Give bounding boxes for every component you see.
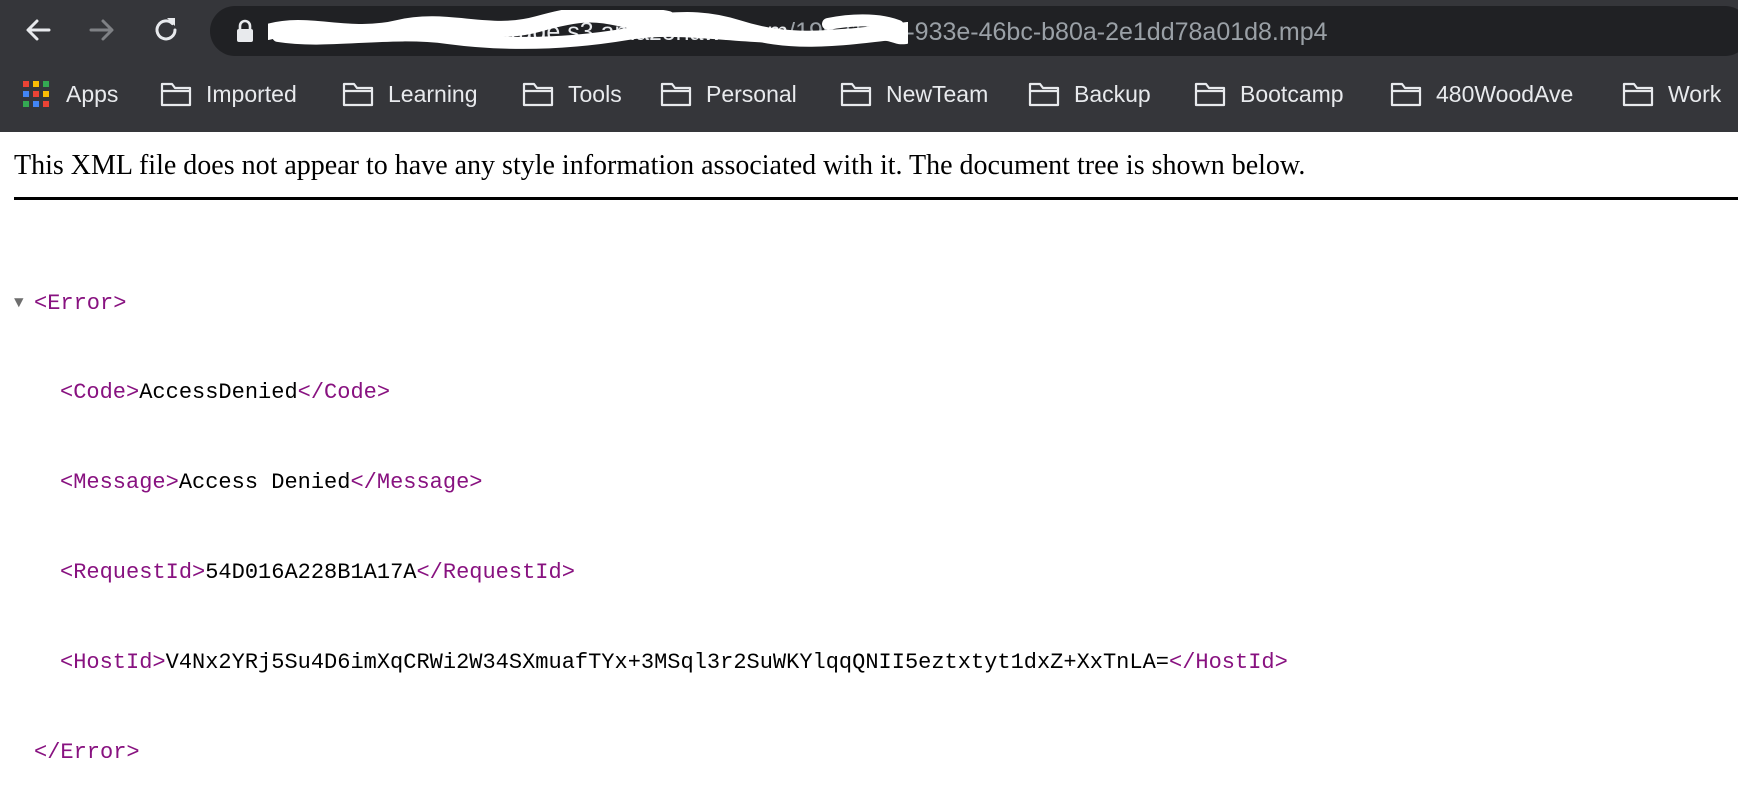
xml-tag: </Code> — [297, 380, 391, 405]
xml-tag-error-close: </Error> — [34, 740, 140, 765]
xml-value: 54D016A228B1A17A — [205, 560, 417, 585]
back-button[interactable] — [18, 10, 58, 50]
xml-requestid-line: <RequestId>54D016A228B1A17A</RequestId> — [14, 558, 1288, 588]
browser-toolbar: tenna-automation-storage.s3.amazonaws.co… — [0, 0, 1738, 60]
apps-grid-icon — [23, 81, 49, 107]
bookmark-label: Personal — [706, 80, 797, 107]
folder-icon — [522, 82, 554, 107]
bookmark-backup[interactable]: Backup — [1028, 78, 1151, 110]
bookmark-label: Work — [1668, 80, 1722, 107]
bookmark-label: Apps — [66, 80, 119, 107]
folder-icon — [160, 82, 192, 107]
xml-message-line: <Message>Access Denied</Message> — [14, 468, 1288, 498]
xml-tag: </Message> — [350, 470, 483, 495]
xml-tag: <RequestId> — [60, 560, 206, 585]
bookmark-apps[interactable]: Apps — [22, 78, 118, 110]
xml-code-line: <Code>AccessDenied</Code> — [14, 378, 1288, 408]
xml-style-notice: This XML file does not appear to have an… — [14, 150, 1306, 181]
folder-icon — [840, 82, 872, 107]
bookmark-personal[interactable]: Personal — [660, 78, 797, 110]
xml-value: AccessDenied — [139, 380, 298, 405]
bookmark-480woodave[interactable]: 480WoodAve — [1390, 78, 1573, 110]
redaction-scribble — [268, 10, 908, 49]
arrow-left-icon — [26, 19, 51, 41]
bookmark-work[interactable]: Work — [1622, 78, 1721, 110]
reload-icon — [155, 18, 177, 41]
xml-value: Access Denied — [178, 470, 351, 495]
browser-chrome: tenna-automation-storage.s3.amazonaws.co… — [0, 0, 1738, 132]
folder-icon — [342, 82, 374, 107]
bookmark-label: Backup — [1074, 80, 1151, 107]
bookmark-label: Bootcamp — [1240, 80, 1344, 107]
reload-button[interactable] — [146, 10, 186, 50]
bookmark-imported[interactable]: Imported — [160, 78, 297, 110]
forward-button[interactable] — [82, 10, 122, 50]
xml-tag: <Code> — [60, 380, 140, 405]
xml-tag: </HostId> — [1169, 650, 1288, 675]
xml-tag: </RequestId> — [416, 560, 575, 585]
collapse-triangle-icon[interactable]: ▼ — [14, 288, 34, 318]
bookmark-label: Imported — [206, 80, 297, 107]
xml-hostid-line: <HostId>V4Nx2YRj5Su4D6imXqCRWi2W34SXmuaf… — [14, 648, 1288, 678]
xml-root-close-line: </Error> — [14, 738, 1288, 768]
bookmark-label: Tools — [568, 80, 622, 107]
bookmarks-bar: Apps Imported Learning Tools Personal Ne… — [0, 72, 1738, 116]
folder-icon — [1028, 82, 1060, 107]
arrow-right-icon — [89, 19, 114, 41]
folder-icon — [1622, 82, 1654, 107]
bookmark-newteam[interactable]: NewTeam — [840, 78, 988, 110]
folder-icon — [1194, 82, 1226, 107]
xml-tag: <HostId> — [60, 650, 166, 675]
xml-tree: ▼ <Error> <Code>AccessDenied</Code> <Mess… — [14, 228, 1288, 798]
bookmark-label: Learning — [388, 80, 478, 107]
bookmark-bootcamp[interactable]: Bootcamp — [1194, 78, 1344, 110]
lock-icon[interactable] — [234, 19, 256, 43]
divider — [14, 197, 1738, 200]
folder-icon — [660, 82, 692, 107]
bookmark-tools[interactable]: Tools — [522, 78, 622, 110]
address-bar[interactable]: tenna-automation-storage.s3.amazonaws.co… — [210, 6, 1738, 56]
bookmark-label: NewTeam — [886, 80, 989, 107]
folder-icon — [1390, 82, 1422, 107]
xml-root-open-line: ▼ <Error> — [14, 288, 1288, 318]
xml-tag: <Message> — [60, 470, 179, 495]
bookmark-learning[interactable]: Learning — [342, 78, 478, 110]
xml-tag-error-open: <Error> — [34, 291, 127, 316]
xml-value: V4Nx2YRj5Su4D6imXqCRWi2W34SXmuafTYx+3MSq… — [165, 650, 1169, 675]
bookmark-label: 480WoodAve — [1436, 80, 1574, 107]
